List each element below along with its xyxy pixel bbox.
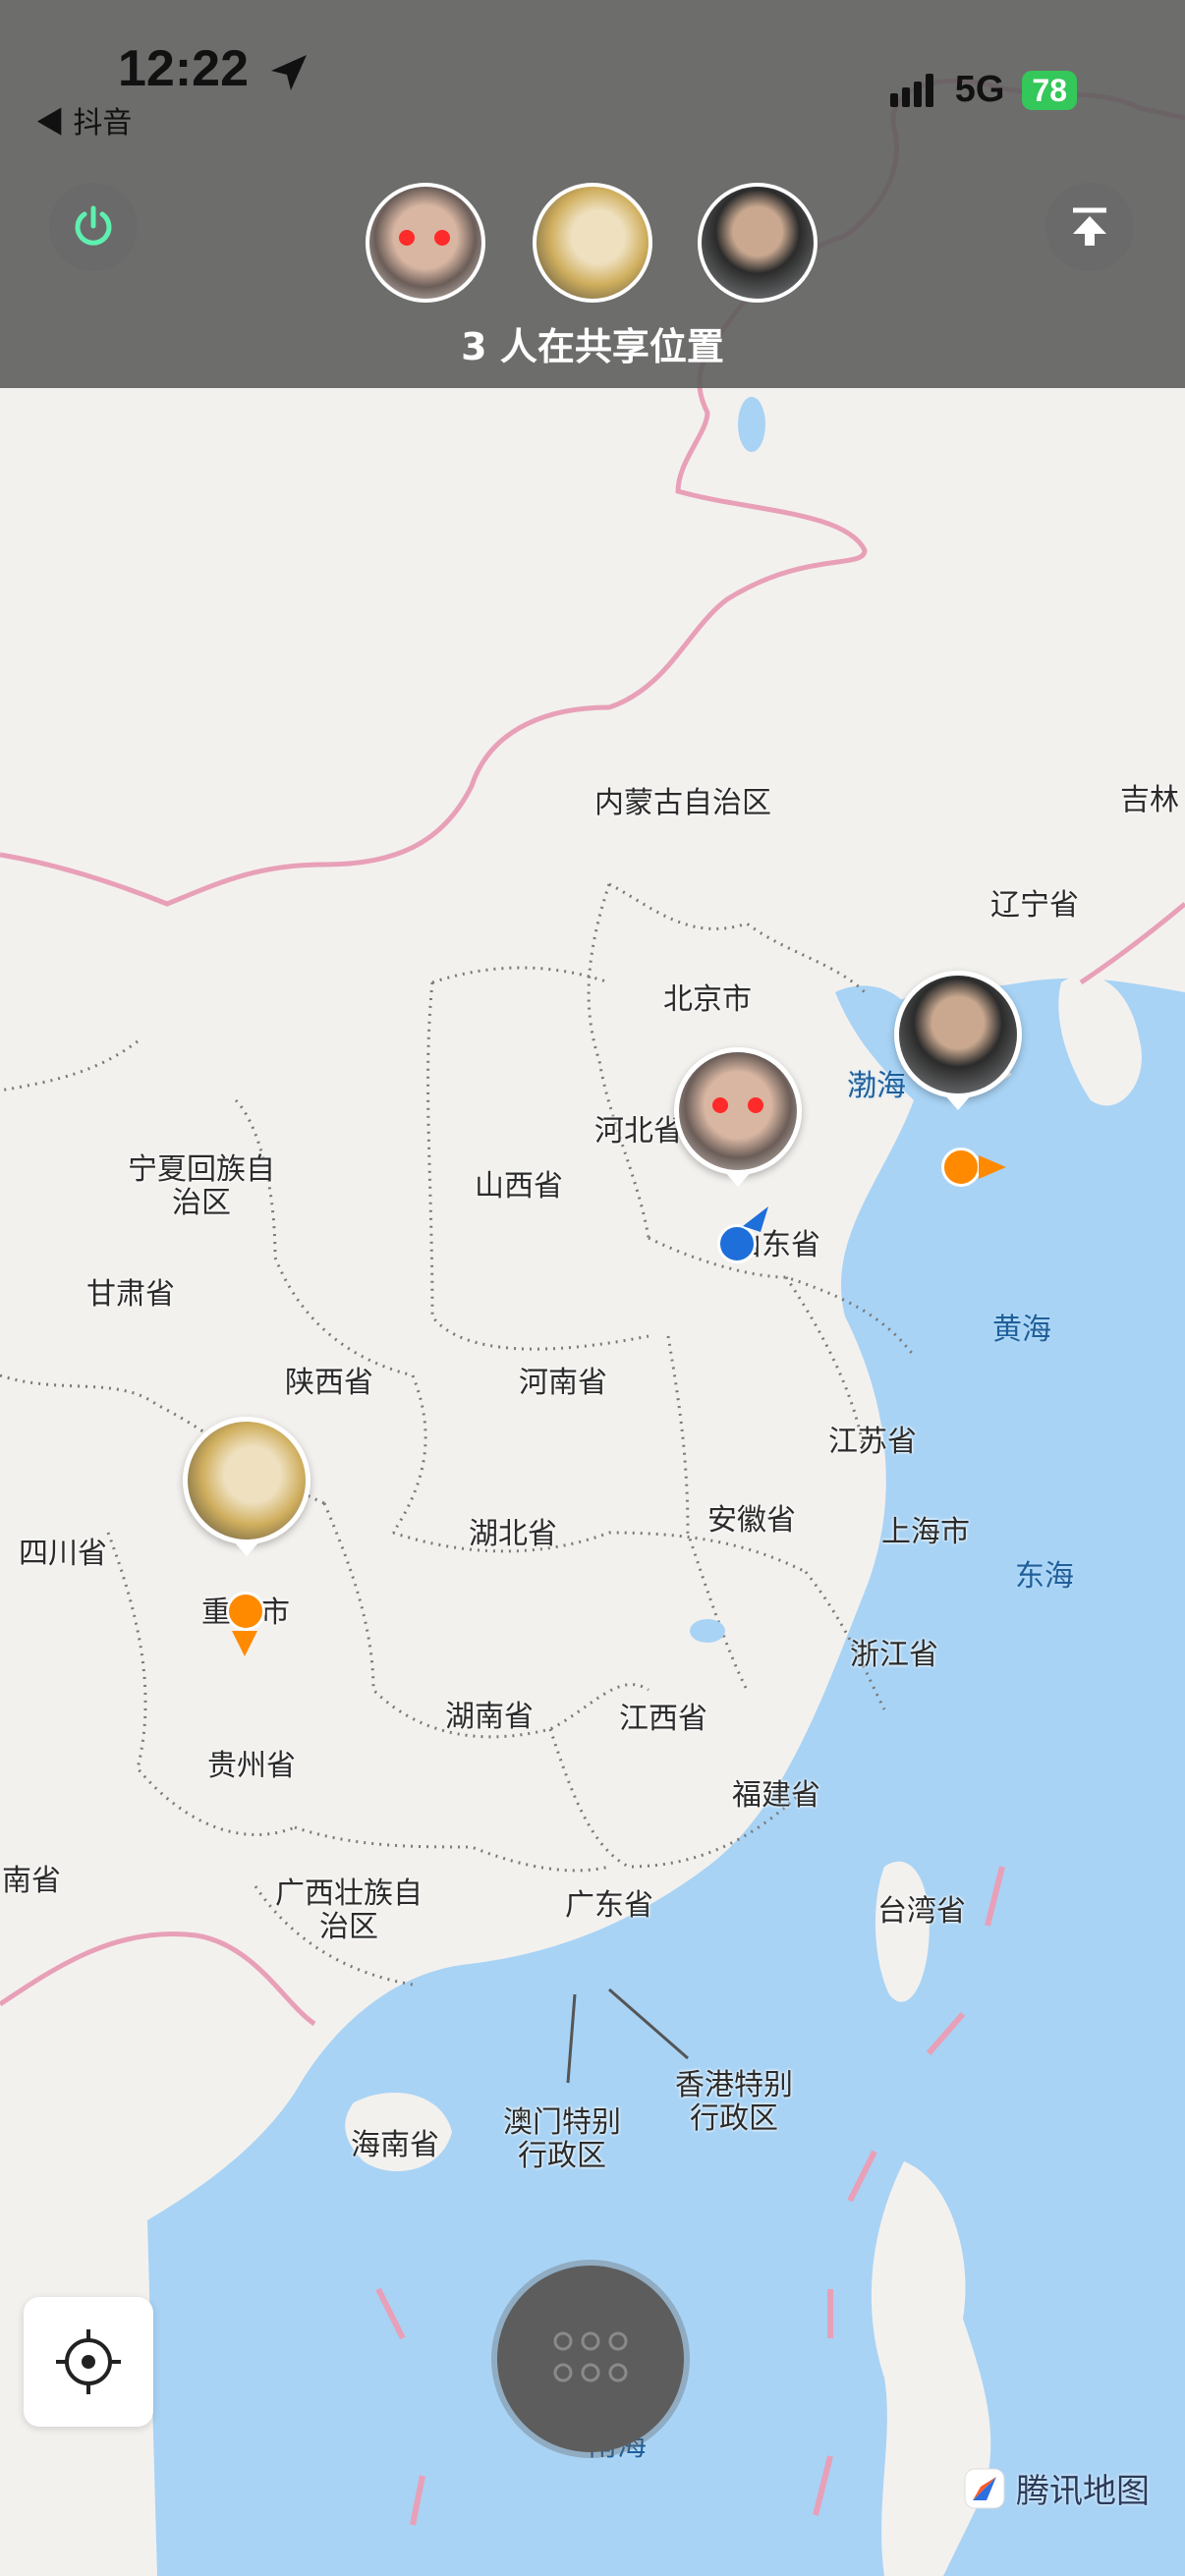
pin-tail <box>233 1540 260 1556</box>
label-shaanxi: 陕西省 <box>285 1366 373 1400</box>
label-hubei: 湖北省 <box>469 1517 557 1551</box>
location-dot-orange-1[interactable] <box>941 1148 981 1187</box>
avatar-user-3[interactable] <box>533 183 652 303</box>
label-hebei: 河北省 <box>594 1114 683 1148</box>
location-arrow-icon <box>271 55 307 90</box>
heading-arrow-icon <box>232 1631 257 1656</box>
label-yunnan: 南省 <box>2 1864 61 1898</box>
upload-icon <box>1073 207 1106 246</box>
label-shanghai: 上海市 <box>881 1515 970 1549</box>
pin-tail <box>724 1171 752 1187</box>
label-guangxi: 广西壮族自治区 <box>275 1876 423 1944</box>
share-header: 12:22 ◀ 抖音 5G 78 3 人在共享位置 <box>0 0 1185 388</box>
label-jilin: 吉林 <box>1120 783 1179 817</box>
pin-top-button[interactable] <box>1045 183 1134 271</box>
locate-me-button[interactable] <box>24 2297 153 2427</box>
label-anhui: 安徽省 <box>707 1503 796 1538</box>
power-button[interactable] <box>49 183 138 271</box>
heading-arrow-icon <box>979 1155 1006 1179</box>
status-indicators: 5G 78 <box>889 69 1077 111</box>
label-beijing: 北京市 <box>663 982 752 1017</box>
label-liaoning: 辽宁省 <box>990 888 1079 923</box>
label-taiwan: 台湾省 <box>877 1894 966 1929</box>
tencent-map-logo-icon <box>964 2468 1005 2508</box>
label-ningxia: 宁夏回族自治区 <box>128 1152 275 1220</box>
label-jiangxi: 江西省 <box>619 1702 707 1736</box>
label-huanghai: 黄海 <box>992 1313 1051 1347</box>
avatar-user-1[interactable] <box>366 183 485 303</box>
label-macau: 澳门特别行政区 <box>503 2105 621 2173</box>
pin-tail <box>944 1094 972 1110</box>
label-bohai: 渤海 <box>847 1069 906 1103</box>
map-brand: 腾讯地图 <box>963 2464 1150 2512</box>
avatar-pin-user-3[interactable] <box>183 1417 310 1544</box>
grid-dots-icon <box>553 2331 628 2382</box>
status-time: 12:22 <box>118 40 249 97</box>
label-gansu: 甘肃省 <box>86 1277 175 1312</box>
share-count-text: 3 人在共享位置 <box>461 325 724 368</box>
back-to-douyin[interactable]: ◀ 抖音 <box>35 98 132 141</box>
crosshair-icon <box>56 2329 121 2394</box>
label-donghai: 东海 <box>1015 1559 1074 1594</box>
label-henan: 河南省 <box>519 1366 607 1400</box>
avatar-user-2[interactable] <box>698 183 818 303</box>
label-hongkong: 香港特别行政区 <box>675 2068 793 2136</box>
label-shanxi: 山西省 <box>475 1169 563 1204</box>
location-dot-orange-2[interactable] <box>226 1592 265 1631</box>
label-hunan: 湖南省 <box>445 1700 534 1734</box>
battery-icon: 78 <box>1022 70 1077 110</box>
signal-icon <box>889 73 937 107</box>
avatar-face-icon <box>399 230 450 246</box>
heading-arrow-icon <box>743 1206 768 1232</box>
avatar-pin-user-1[interactable] <box>674 1047 802 1175</box>
avatar-face-icon <box>712 1097 763 1113</box>
power-icon <box>75 205 112 246</box>
label-jiangsu: 江苏省 <box>828 1425 917 1459</box>
label-guizhou: 贵州省 <box>207 1749 296 1783</box>
label-sichuan: 四川省 <box>19 1537 107 1571</box>
label-guangdong: 广东省 <box>565 1888 653 1923</box>
floating-menu-button[interactable] <box>497 2266 684 2452</box>
network-type: 5G <box>954 69 1005 110</box>
brand-name: 腾讯地图 <box>1016 2472 1150 2511</box>
label-hainan: 海南省 <box>351 2128 439 2162</box>
label-neimenggu: 内蒙古自治区 <box>594 786 771 820</box>
label-zhejiang: 浙江省 <box>850 1638 938 1672</box>
label-fujian: 福建省 <box>732 1778 820 1813</box>
avatar-pin-user-2[interactable] <box>894 971 1022 1098</box>
